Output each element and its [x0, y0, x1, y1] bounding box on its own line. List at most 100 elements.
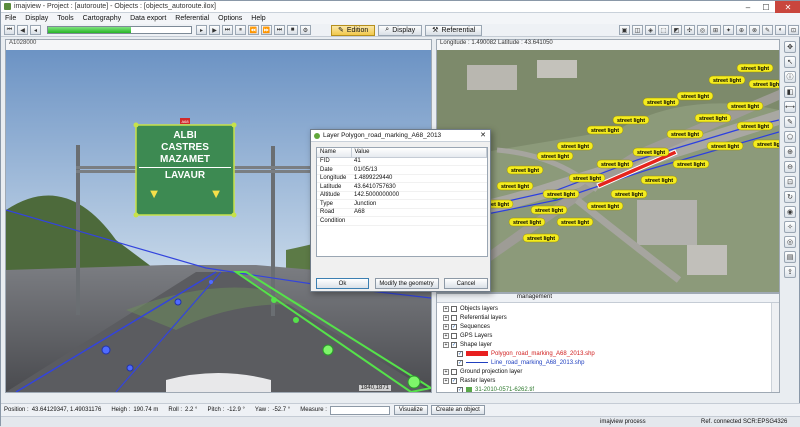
layer-checkbox[interactable]: ✓ — [457, 359, 463, 366]
layer-tool-13-icon[interactable]: ◐ — [775, 25, 786, 35]
fast-forward-icon[interactable]: ⏩ — [261, 25, 272, 35]
street-light-marker[interactable]: street light — [586, 201, 624, 211]
layer-tool-10-icon[interactable]: ⊕ — [736, 25, 747, 35]
expand-icon[interactable]: + — [443, 305, 449, 312]
street-light-marker[interactable]: street light — [530, 205, 568, 215]
street-light-marker[interactable]: street light — [496, 181, 534, 191]
menu-cartography[interactable]: Cartography — [83, 15, 122, 22]
ok-button[interactable]: Ok — [316, 278, 369, 289]
attribute-row[interactable]: Road A68 — [317, 208, 487, 217]
street-light-marker[interactable]: street light — [632, 147, 670, 157]
layer-tool-5-icon[interactable]: ◩ — [671, 25, 682, 35]
layer-checkbox[interactable] — [451, 368, 457, 375]
pause-icon[interactable]: ⏸ — [235, 25, 246, 35]
expand-icon[interactable]: + — [443, 332, 449, 339]
info-icon[interactable]: ⓘ — [784, 71, 796, 83]
street-light-marker[interactable]: street light — [752, 139, 779, 149]
menu-options[interactable]: Options — [218, 15, 242, 22]
layer-tool-6-icon[interactable]: ✣ — [684, 25, 695, 35]
street-light-marker[interactable]: street light — [556, 217, 594, 227]
refresh-icon[interactable]: ↻ — [784, 191, 796, 203]
expand-icon[interactable]: + — [443, 314, 449, 321]
dialog-close-icon[interactable]: ✕ — [478, 131, 488, 140]
street-light-marker[interactable]: street light — [748, 79, 779, 89]
street-light-marker[interactable]: street light — [726, 101, 764, 111]
visualize-button[interactable]: Visualize — [393, 405, 428, 415]
menu-data-export[interactable]: Data export — [130, 15, 166, 22]
camera-icon[interactable]: ◉ — [784, 206, 796, 218]
expand-icon[interactable]: + — [443, 323, 449, 330]
export-icon[interactable]: ⇪ — [784, 266, 796, 278]
menu-referential[interactable]: Referential — [175, 15, 209, 22]
zoom-extent-icon[interactable]: ⊡ — [784, 176, 796, 188]
attribute-value[interactable]: 43.6410757630 — [351, 182, 487, 192]
minimize-icon[interactable]: – — [739, 1, 757, 13]
stop-icon[interactable]: ■ — [287, 25, 298, 35]
display-mode-button[interactable]: ⌕ Display — [378, 24, 423, 36]
play-backward-icon[interactable]: ◀ — [17, 25, 28, 35]
draw-icon[interactable]: ✎ — [784, 116, 796, 128]
street-light-marker[interactable]: street light — [536, 151, 574, 161]
close-icon[interactable]: ✕ — [775, 1, 800, 13]
first-frame-icon[interactable]: ⏮ — [4, 25, 15, 35]
menu-file[interactable]: File — [5, 15, 16, 22]
layer-tree-item[interactable]: + ✓ Raster layers — [443, 376, 779, 385]
layer-tool-8-icon[interactable]: ⊞ — [710, 25, 721, 35]
referential-mode-button[interactable]: ⚒ Referential — [425, 24, 483, 36]
street-light-marker[interactable]: street light — [736, 63, 774, 73]
layer-tool-9-icon[interactable]: ✦ — [723, 25, 734, 35]
layer-checkbox[interactable] — [451, 305, 457, 312]
step-back-icon[interactable]: ◂ — [30, 25, 41, 35]
layer-tree-item[interactable]: + ✓ Shape layer — [443, 340, 779, 349]
attribute-value[interactable]: 41 — [351, 157, 487, 166]
layer-checkbox[interactable]: ✓ — [457, 350, 463, 357]
street-light-marker[interactable]: street light — [508, 217, 546, 227]
settings-icon[interactable]: ⚙ — [300, 25, 311, 35]
street-light-marker[interactable]: street light — [586, 125, 624, 135]
street-light-marker[interactable]: street light — [708, 75, 746, 85]
street-light-marker[interactable]: street light — [672, 159, 710, 169]
layer-scrollbar[interactable] — [771, 303, 779, 392]
layer-tool-12-icon[interactable]: ✎ — [762, 25, 773, 35]
layer-tree-item[interactable]: ✓ Polygon_road_marking_A68_2013.shp — [443, 349, 779, 358]
measure-input[interactable] — [329, 405, 390, 415]
menu-tools[interactable]: Tools — [57, 15, 73, 22]
play-icon[interactable]: ▶ — [209, 25, 220, 35]
street-light-marker[interactable]: street light — [542, 189, 580, 199]
expand-icon[interactable]: + — [443, 377, 449, 384]
attribute-row[interactable]: Latitude 43.6410757630 — [317, 182, 487, 192]
menu-display[interactable]: Display — [25, 15, 48, 22]
pan-icon[interactable]: ✥ — [784, 41, 796, 53]
layer-tree-item[interactable]: ✓ 31-2010-0571-6262.tif — [443, 385, 779, 392]
select-icon[interactable]: ↖ — [784, 56, 796, 68]
layer-checkbox[interactable]: ✓ — [457, 386, 463, 392]
layer-checkbox[interactable]: ✓ — [451, 377, 457, 384]
modify-geometry-button[interactable]: Modify the geometry — [374, 278, 439, 289]
attribute-row[interactable]: Longitude 1.4899229440 — [317, 174, 487, 183]
maximize-icon[interactable]: ☐ — [757, 1, 775, 13]
zoom-out-icon[interactable]: ⊖ — [784, 161, 796, 173]
street-light-marker[interactable]: street light — [568, 173, 606, 183]
attribute-value[interactable]: Junction — [351, 199, 487, 209]
playback-progress[interactable] — [47, 26, 192, 34]
menu-help[interactable]: Help — [251, 15, 265, 22]
edition-mode-button[interactable]: ✎ Edition — [331, 24, 376, 36]
street-light-marker[interactable]: street light — [736, 121, 774, 131]
layer-tree-item[interactable]: + Ground projection layer — [443, 367, 779, 376]
create-object-button[interactable]: Create an object — [430, 405, 485, 415]
street-light-marker[interactable]: street light — [596, 159, 634, 169]
layer-tool-14-icon[interactable]: ⊡ — [788, 25, 799, 35]
layer-tool-1-icon[interactable]: ▣ — [619, 25, 630, 35]
layer-checkbox[interactable]: ✓ — [451, 323, 457, 330]
attribute-row[interactable]: FID 41 — [317, 157, 487, 166]
step-forward-icon[interactable]: ▸ — [196, 25, 207, 35]
street-light-marker[interactable]: street light — [666, 129, 704, 139]
layer-toggle-icon[interactable]: ◧ — [784, 86, 796, 98]
compass-icon[interactable]: ✧ — [784, 221, 796, 233]
street-light-marker[interactable]: street light — [694, 113, 732, 123]
attribute-row[interactable]: Condition — [317, 216, 487, 226]
street-light-marker[interactable]: street light — [610, 189, 648, 199]
layer-tool-11-icon[interactable]: ⊗ — [749, 25, 760, 35]
attribute-row[interactable]: Date 01/05/13 — [317, 165, 487, 175]
street-light-marker[interactable]: street light — [706, 141, 744, 151]
